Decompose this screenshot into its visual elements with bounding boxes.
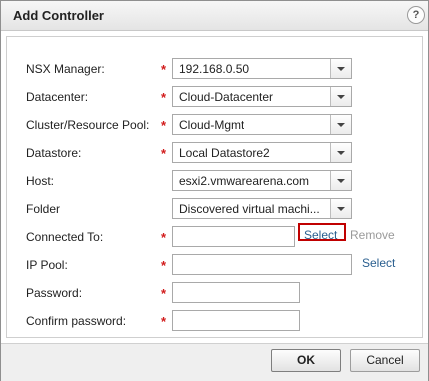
password-row: Password: * xyxy=(7,282,422,306)
folder-value: Discovered virtual machi... xyxy=(179,202,320,216)
confirm-password-field[interactable] xyxy=(172,310,300,331)
datacenter-value: Cloud-Datacenter xyxy=(179,90,274,104)
datastore-label: Datastore: xyxy=(26,146,82,160)
password-label: Password: xyxy=(26,286,83,300)
dialog-titlebar: Add Controller ? xyxy=(1,1,428,31)
nsx-manager-value: 192.168.0.50 xyxy=(179,62,250,76)
dialog-footer: OK Cancel xyxy=(1,343,428,381)
host-label: Host: xyxy=(26,174,55,188)
host-value: esxi2.vmwarearena.com xyxy=(179,174,310,188)
datastore-select[interactable]: Local Datastore2 xyxy=(172,142,352,163)
cancel-button[interactable]: Cancel xyxy=(350,349,420,372)
required-marker: * xyxy=(161,62,167,77)
ip-pool-label: IP Pool: xyxy=(26,258,68,272)
ok-button[interactable]: OK xyxy=(271,349,341,372)
password-field[interactable] xyxy=(172,282,300,303)
folder-label: Folder xyxy=(26,202,61,216)
folder-select[interactable]: Discovered virtual machi... xyxy=(172,198,352,219)
chevron-down-icon xyxy=(337,207,345,211)
chevron-down-icon xyxy=(337,67,345,71)
chevron-down-icon xyxy=(337,123,345,127)
form-panel: NSX Manager: * 192.168.0.50 Datacenter: … xyxy=(6,36,423,338)
cluster-select[interactable]: Cloud-Mgmt xyxy=(172,114,352,135)
chevron-down-icon xyxy=(337,179,345,183)
ip-pool-select-link[interactable]: Select xyxy=(362,256,395,270)
nsx-manager-row: NSX Manager: * 192.168.0.50 xyxy=(7,58,422,82)
datacenter-dropdown-button[interactable] xyxy=(330,87,351,106)
cluster-dropdown-button[interactable] xyxy=(330,115,351,134)
confirm-password-label: Confirm password: xyxy=(26,314,127,328)
chevron-down-icon xyxy=(337,95,345,99)
folder-dropdown-button[interactable] xyxy=(330,199,351,218)
cluster-label: Cluster/Resource Pool: xyxy=(26,118,150,132)
host-select[interactable]: esxi2.vmwarearena.com xyxy=(172,170,352,191)
chevron-down-icon xyxy=(337,151,345,155)
add-controller-dialog: Add Controller ? NSX Manager: * 192.168.… xyxy=(0,0,429,381)
datastore-row: Datastore: * Local Datastore2 xyxy=(7,142,422,166)
datacenter-label: Datacenter: xyxy=(26,90,89,104)
folder-row: Folder Discovered virtual machi... xyxy=(7,198,422,222)
cluster-row: Cluster/Resource Pool: * Cloud-Mgmt xyxy=(7,114,422,138)
connected-to-remove-link[interactable]: Remove xyxy=(350,228,395,242)
confirm-password-row: Confirm password: * xyxy=(7,310,422,334)
connected-to-select-link[interactable]: Select xyxy=(304,228,337,242)
ip-pool-row: IP Pool: * Select xyxy=(7,254,422,278)
required-marker: * xyxy=(161,286,167,301)
dialog-title: Add Controller xyxy=(13,8,104,23)
required-marker: * xyxy=(161,146,167,161)
datastore-dropdown-button[interactable] xyxy=(330,143,351,162)
connected-to-row: Connected To: * Select Remove xyxy=(7,223,422,250)
cluster-value: Cloud-Mgmt xyxy=(179,118,245,132)
datacenter-select[interactable]: Cloud-Datacenter xyxy=(172,86,352,107)
required-marker: * xyxy=(161,230,167,245)
host-dropdown-button[interactable] xyxy=(330,171,351,190)
required-marker: * xyxy=(161,314,167,329)
nsx-manager-label: NSX Manager: xyxy=(26,62,105,76)
required-marker: * xyxy=(161,258,167,273)
required-marker: * xyxy=(161,118,167,133)
connected-to-field[interactable] xyxy=(172,226,295,247)
ip-pool-field[interactable] xyxy=(172,254,352,275)
connected-to-label: Connected To: xyxy=(26,230,104,244)
required-marker: * xyxy=(161,90,167,105)
nsx-manager-select[interactable]: 192.168.0.50 xyxy=(172,58,352,79)
host-row: Host: esxi2.vmwarearena.com xyxy=(7,170,422,194)
help-icon[interactable]: ? xyxy=(407,6,425,24)
datastore-value: Local Datastore2 xyxy=(179,146,270,160)
datacenter-row: Datacenter: * Cloud-Datacenter xyxy=(7,86,422,110)
nsx-manager-dropdown-button[interactable] xyxy=(330,59,351,78)
